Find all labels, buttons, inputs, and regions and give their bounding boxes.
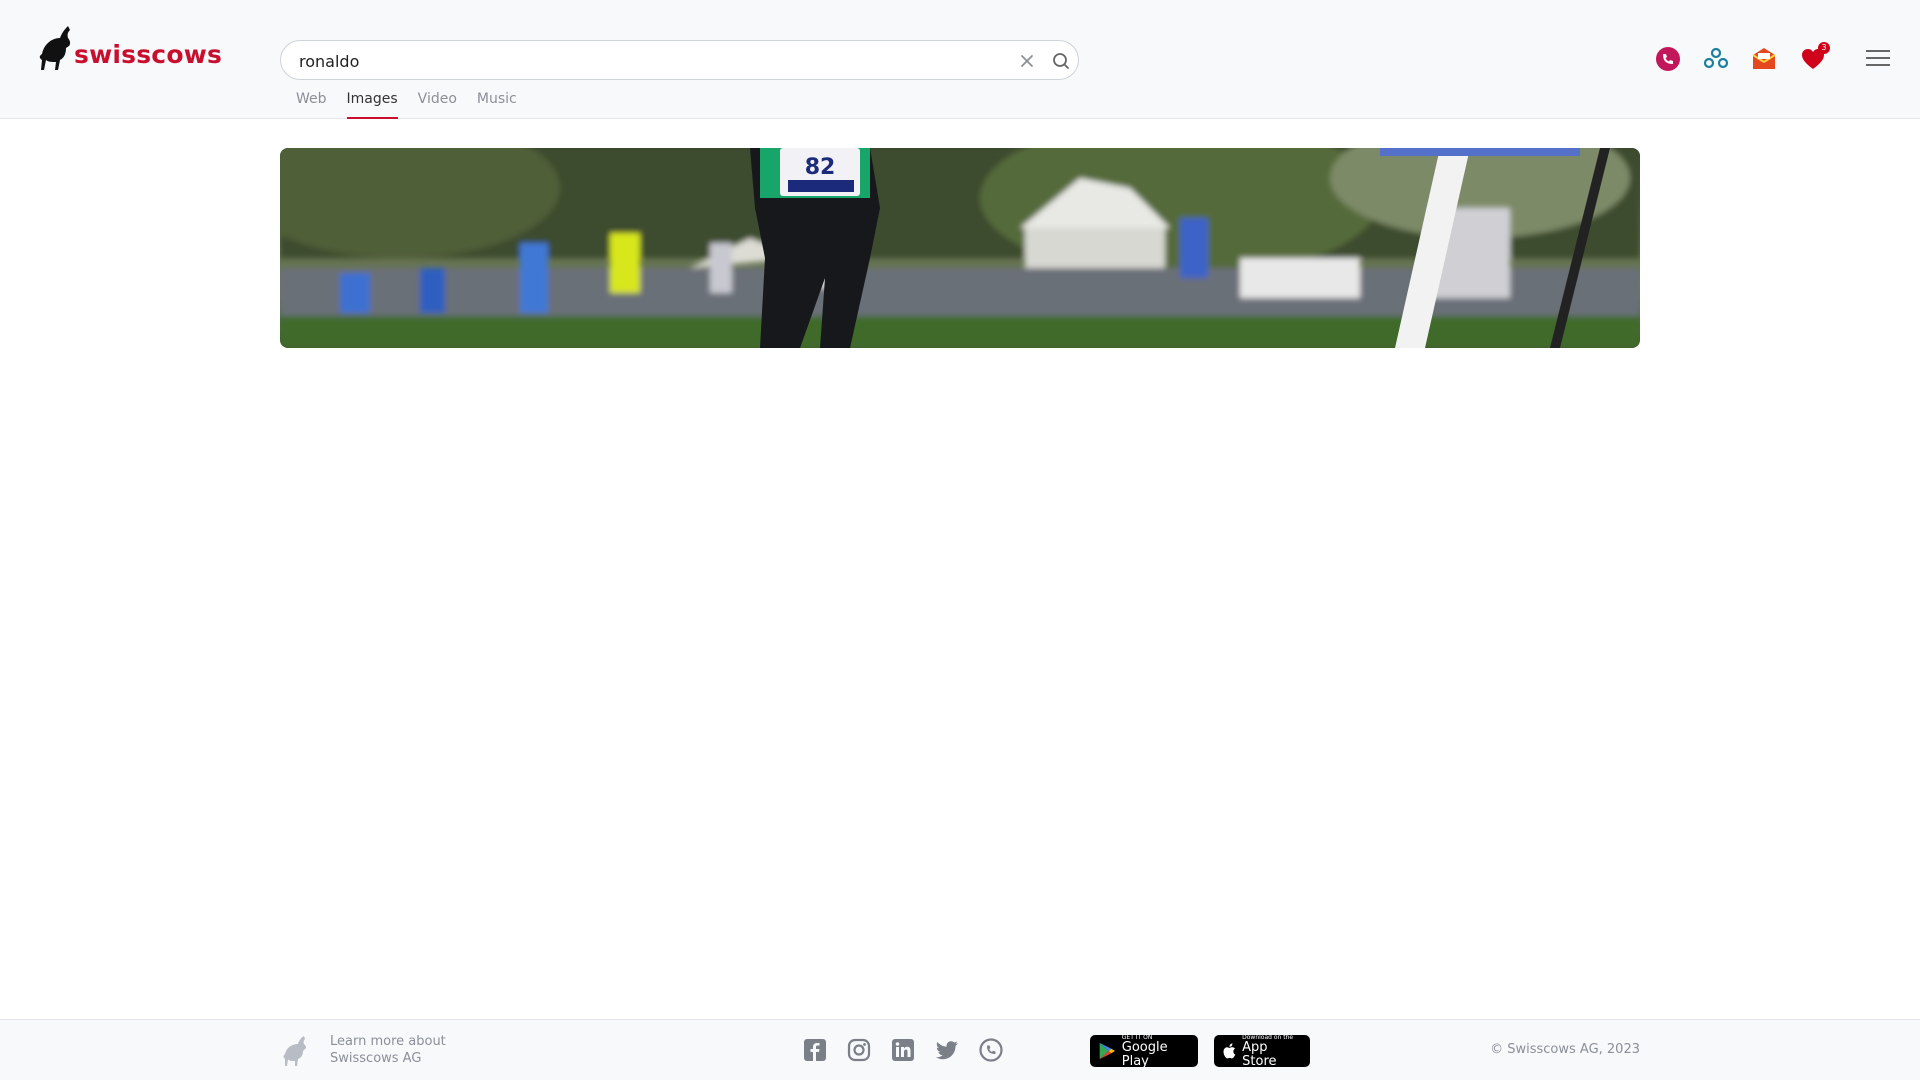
athletics-photo: 82 [280,148,1640,348]
app-store-button[interactable]: Download on the App Store [1214,1034,1310,1069]
google-play-big-text: Google Play [1121,1039,1168,1069]
twitter-icon[interactable] [935,1038,959,1062]
header: swisscows Web Images Video Music 3 [0,0,1920,119]
bib-number: 82 [805,155,836,180]
facebook-icon[interactable] [803,1038,827,1062]
apple-icon [1223,1043,1236,1059]
image-result[interactable]: 82 [280,148,1640,348]
linkedin-icon[interactable] [891,1038,915,1062]
search-input[interactable] [297,41,961,81]
clear-search-icon[interactable] [1017,51,1037,71]
email-icon[interactable] [1750,45,1778,73]
swisscows-logo[interactable]: swisscows [38,22,222,74]
google-play-icon [1099,1042,1115,1060]
teleguard-icon[interactable] [979,1038,1003,1062]
footer: Learn more about Swisscows AG GET IT ON [0,1019,1920,1080]
google-play-button[interactable]: GET IT ON Google Play [1090,1034,1198,1069]
instagram-icon[interactable] [847,1038,871,1062]
learn-more-line1: Learn more about [330,1034,446,1049]
cow-logo-icon [39,26,71,70]
search-tabs: Web Images Video Music [280,88,527,119]
app-store-big-text: App Store [1242,1039,1277,1069]
tab-images[interactable]: Images [346,88,398,119]
logo-wordmark: swisscows [74,39,223,69]
tab-video[interactable]: Video [408,88,467,119]
learn-more-link[interactable]: Learn more about Swisscows AG [330,1033,446,1067]
notification-badge: 3 [1818,42,1830,54]
search-icon[interactable] [1051,51,1071,71]
cow-logo-icon [283,1036,307,1066]
tab-music[interactable]: Music [467,88,527,119]
tab-web[interactable]: Web [280,88,337,119]
vpn-icon[interactable] [1702,45,1730,73]
hamburger-menu-icon[interactable] [1866,50,1890,70]
search-box [280,40,1079,81]
teleguard-icon[interactable] [1654,45,1682,73]
copyright-text: © Swisscows AG, 2023 [1490,1042,1640,1057]
learn-more-line2: Swisscows AG [330,1051,422,1066]
